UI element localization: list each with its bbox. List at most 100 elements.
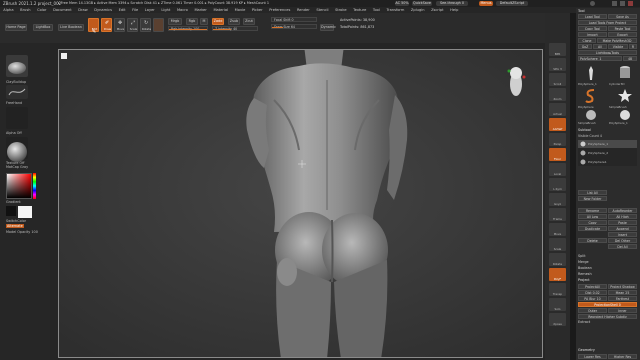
tool-thumb-simplebrush[interactable]	[582, 109, 600, 121]
alpha-thumbnail[interactable]	[6, 107, 28, 129]
zscript-button[interactable]: DefaultZScript	[496, 1, 528, 6]
extract-header[interactable]: Extract	[578, 320, 590, 324]
color-picker-square[interactable]	[6, 173, 32, 199]
visible-count[interactable]: Visible Count 4	[578, 134, 602, 138]
minimize-icon[interactable]	[612, 1, 617, 6]
zsub-button[interactable]: Zsub	[228, 18, 240, 25]
bpr-button[interactable]: BPR	[549, 43, 566, 56]
z-intensity-slider[interactable]: Z Intensity 40	[212, 26, 258, 31]
boolean-header[interactable]: Boolean	[578, 266, 592, 270]
outer-button[interactable]: Outer	[578, 308, 607, 313]
spix-button[interactable]: SPix 3	[549, 58, 566, 71]
clone-button[interactable]: Clone	[578, 38, 596, 43]
secondary-color-swatch[interactable]	[6, 206, 16, 216]
del-all-button[interactable]: Del All	[608, 244, 637, 249]
move-button[interactable]: ✥ Move	[114, 18, 125, 32]
subtool-header[interactable]: Subtool	[578, 128, 591, 132]
local-button[interactable]: Local	[549, 163, 566, 176]
material-swatch[interactable]	[153, 18, 164, 32]
zoom-button[interactable]: Zoom	[549, 88, 566, 101]
menus-button[interactable]: Menus	[479, 1, 493, 6]
copy-tool-button[interactable]: Copy Tool	[578, 26, 607, 31]
maximize-icon[interactable]	[620, 1, 625, 6]
projection-shell-slider[interactable]: ProjectionShell 0	[578, 302, 637, 307]
merge-header[interactable]: Merge	[578, 260, 589, 264]
list-item[interactable]: PolySphere_1	[578, 140, 637, 148]
r-button[interactable]: R	[629, 44, 637, 49]
rgb-intensity-slider[interactable]: Rgb Intensity 100	[168, 26, 208, 31]
project-all-button[interactable]: ProjectAll	[578, 284, 607, 289]
alternate-button[interactable]: Alternate	[6, 224, 24, 228]
mean-slider[interactable]: Mean 25	[608, 290, 637, 295]
remesh-header[interactable]: Remesh	[578, 272, 592, 276]
export-button[interactable]: Export	[608, 32, 637, 37]
project-header[interactable]: Project	[578, 278, 590, 282]
pa-blur-slider[interactable]: PA Blur 10	[578, 296, 607, 301]
project-shadow-slider[interactable]: Project Shadow	[608, 284, 637, 289]
all-low-button[interactable]: All Low	[578, 214, 607, 219]
see-through-slider[interactable]: See-through 0	[436, 1, 468, 6]
del-other-button[interactable]: Del Other	[608, 238, 637, 243]
load-from-project-button[interactable]: Load Tools From Project	[578, 20, 637, 25]
dist-slider[interactable]: Dist 0.02	[578, 290, 607, 295]
reproject-higher-button[interactable]: Reproject Higher Subdiv	[578, 314, 637, 319]
lightbox-tools-button[interactable]: Lightbox▸Tools	[578, 50, 637, 55]
main-color-swatch[interactable]	[18, 206, 32, 218]
lightbox-button[interactable]: LightBox	[33, 24, 53, 31]
tool-thumb-cylinder[interactable]	[616, 64, 634, 82]
model-opacity-slider[interactable]: Model Opacity 100	[6, 230, 38, 234]
list-all-button[interactable]: List All	[578, 190, 607, 195]
visible-button[interactable]: Visible	[608, 44, 628, 49]
ac-button[interactable]: AC 50%	[395, 1, 409, 6]
geometry-header[interactable]: Geometry	[578, 348, 595, 352]
frame-button[interactable]: Frame	[549, 208, 566, 221]
gxyz-button[interactable]: Gxyz	[549, 193, 566, 206]
polyf-button[interactable]: PolyF	[549, 268, 566, 281]
list-item[interactable]: PolySphere_2	[578, 149, 637, 157]
split-header[interactable]: Split	[578, 254, 586, 258]
tool-thumb-polysphere[interactable]	[582, 64, 600, 82]
persp-button[interactable]: Persp	[549, 133, 566, 146]
tool-thumb-star[interactable]	[616, 87, 634, 105]
viewport-canvas[interactable]	[58, 49, 543, 358]
solo-button[interactable]: Solo	[549, 298, 566, 311]
lsym-button[interactable]: L.Sym	[549, 178, 566, 191]
zcut-button[interactable]: Zcut	[243, 18, 255, 25]
brush-thumbnail[interactable]	[6, 55, 28, 77]
focal-shift-slider[interactable]: Focal Shift 0	[271, 17, 317, 22]
rotate-button[interactable]: ↻ Rotate	[140, 18, 151, 32]
list-item[interactable]: PolySphere1	[578, 158, 637, 166]
lower-res-button[interactable]: Lower Res	[578, 354, 607, 359]
append-button[interactable]: Append	[608, 226, 637, 231]
rgb-button[interactable]: Rgb	[186, 18, 198, 25]
hue-strip[interactable]	[33, 173, 36, 199]
higher-res-button[interactable]: Higher Res	[608, 354, 637, 359]
all-button[interactable]: All	[593, 44, 607, 49]
dynamic-button[interactable]: Dynamic	[320, 24, 336, 31]
load-tool-button[interactable]: Load Tool	[578, 14, 607, 19]
help-icon[interactable]	[590, 1, 595, 6]
duplicate-button[interactable]: Duplicate	[578, 226, 607, 231]
new-folder-button[interactable]: New Folder	[578, 196, 607, 201]
rename-button[interactable]: Rename	[578, 208, 607, 213]
current-tool-slider[interactable]: PolySphere_1	[578, 56, 622, 61]
copy-button[interactable]: Copy	[578, 220, 607, 225]
edit-button[interactable]: ✎ Edit	[88, 18, 99, 35]
import-button[interactable]: Import	[578, 32, 607, 37]
scale-view-button[interactable]: Scale	[549, 238, 566, 251]
paste-button[interactable]: Paste	[608, 220, 637, 225]
farthest-button[interactable]: Farthest	[608, 296, 637, 301]
close-icon[interactable]	[628, 1, 633, 6]
save-as-button[interactable]: Save As	[608, 14, 637, 19]
xpose-button[interactable]: Xpose	[549, 313, 566, 326]
paste-tool-button[interactable]: Paste Tool	[608, 26, 637, 31]
insert-button[interactable]: Insert	[608, 232, 637, 237]
move-view-button[interactable]: Move	[549, 223, 566, 236]
draw-button[interactable]: ✐ Draw	[101, 18, 112, 32]
zadd-button[interactable]: Zadd	[212, 18, 224, 25]
scale-button[interactable]: ⤢ Scale	[127, 18, 138, 32]
all-high-button[interactable]: All High	[608, 214, 637, 219]
stroke-thumbnail[interactable]	[6, 85, 28, 99]
make-polymesh-button[interactable]: Make PolyMesh3D	[597, 38, 637, 43]
actual-button[interactable]: Actual	[549, 103, 566, 116]
